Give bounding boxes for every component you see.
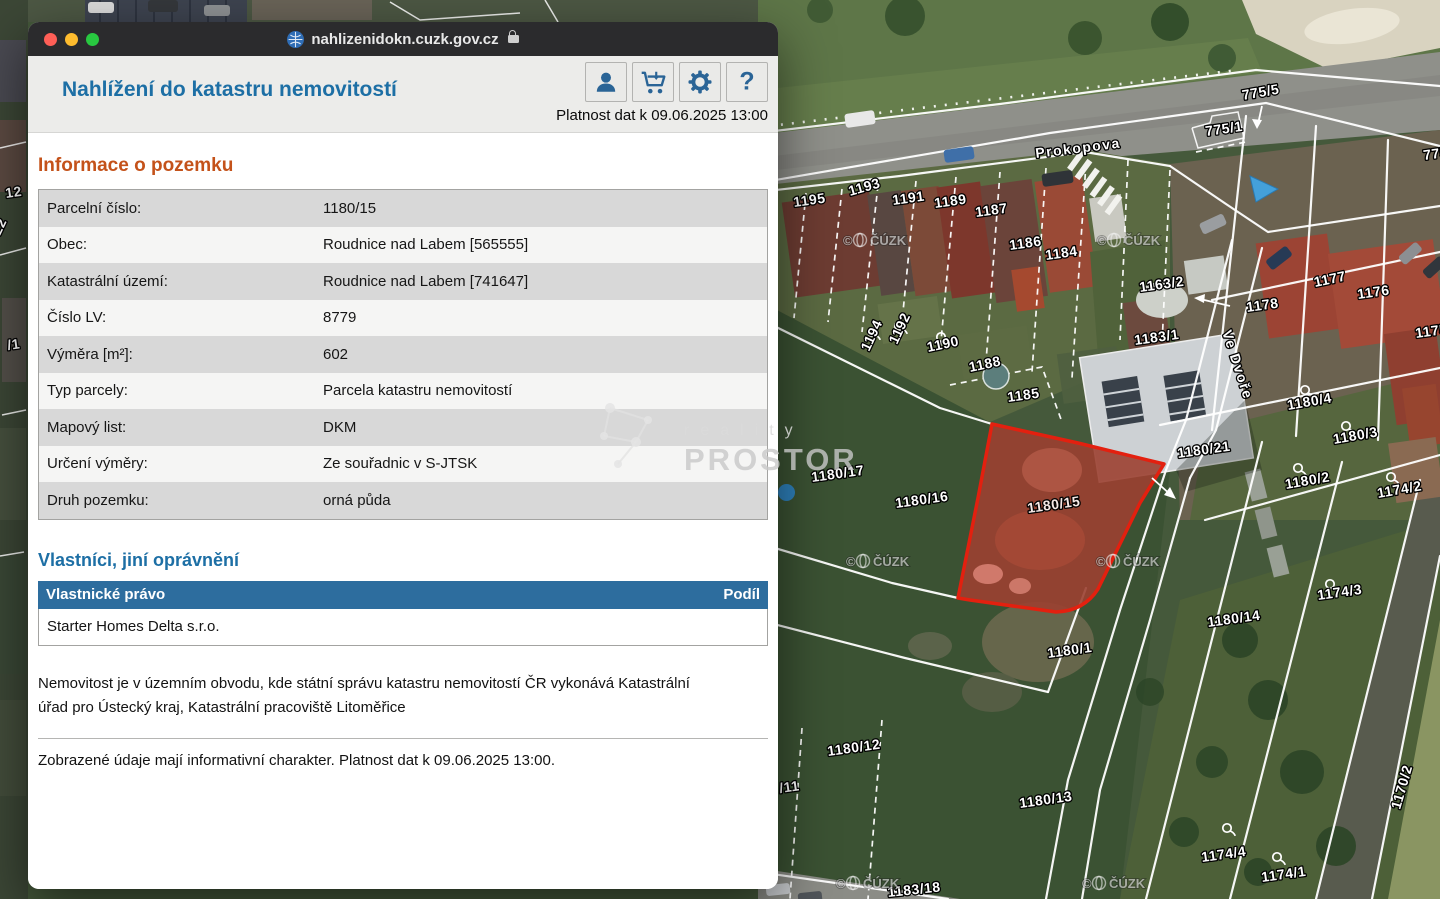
- cuzk-watermark: © ČÚZK: [846, 554, 910, 569]
- url-text: nahlizenidokn.cuzk.gov.cz: [311, 31, 498, 48]
- address-bar: nahlizenidokn.cuzk.gov.cz: [28, 31, 778, 48]
- row-label: Katastrální území:: [39, 273, 323, 290]
- parcel-info-row: Druh pozemku:orná půda: [39, 482, 767, 519]
- screenshot-root: 775/5775/1775/3Prokopova1195119311911189…: [0, 0, 1440, 899]
- cuzk-watermark: © ČÚZK: [836, 876, 900, 891]
- row-label: Druh pozemku:: [39, 492, 323, 509]
- watermark-blue-dot: [778, 484, 795, 501]
- row-value: Parcela katastru nemovitostí: [323, 382, 767, 399]
- gear-icon: [687, 69, 713, 95]
- cuzk-watermark: © ČÚZK: [1096, 554, 1160, 569]
- row-value: Ze souřadnic v S-JTSK: [323, 455, 767, 472]
- svg-text:ČÚZK: ČÚZK: [870, 233, 907, 248]
- owners-table-header: Vlastnické právo Podíl: [38, 581, 768, 609]
- row-label: Určení výměry:: [39, 455, 323, 472]
- row-label: Parcelní číslo:: [39, 200, 323, 217]
- divider: [38, 738, 768, 739]
- map-label-1175: 1175: [1414, 321, 1440, 341]
- parcel-info-row: Katastrální území:Roudnice nad Labem [74…: [39, 263, 767, 300]
- owner-row: Starter Homes Delta s.r.o.: [38, 609, 768, 646]
- toolbar: ?: [585, 62, 768, 102]
- cart-icon: [639, 69, 667, 95]
- row-value: Roudnice nad Labem [741647]: [323, 273, 767, 290]
- parcel-info-row: Určení výměry:Ze souřadnic v S-JTSK: [39, 446, 767, 483]
- svg-text:©: ©: [846, 554, 856, 569]
- section-heading-parcel-info: Informace o pozemku: [38, 133, 768, 177]
- row-value: 1180/15: [323, 200, 767, 217]
- disclaimer-note: Zobrazené údaje mají informativní charak…: [38, 749, 702, 773]
- user-icon: [593, 69, 619, 95]
- lock-icon: [508, 35, 519, 43]
- owners-col-right: Vlastnické právo: [46, 586, 165, 603]
- row-value: 8779: [323, 309, 767, 326]
- row-value: DKM: [323, 419, 767, 436]
- cart-button[interactable]: [632, 62, 674, 102]
- cuzk-watermark: © ČÚZK: [843, 233, 907, 248]
- owners-table: Vlastnické právo Podíl Starter Homes Del…: [38, 581, 768, 646]
- svg-text:ČÚZK: ČÚZK: [873, 554, 910, 569]
- row-label: Obec:: [39, 236, 323, 253]
- row-label: Mapový list:: [39, 419, 323, 436]
- cuzk-watermark: © ČÚZK: [1097, 233, 1161, 248]
- user-button[interactable]: [585, 62, 627, 102]
- owners-col-share: Podíl: [723, 586, 760, 603]
- svg-text:?: ?: [739, 69, 754, 95]
- svg-text:©: ©: [843, 233, 853, 248]
- svg-text:ČÚZK: ČÚZK: [1109, 876, 1146, 891]
- jurisdiction-note: Nemovitost je v územním obvodu, kde stát…: [38, 672, 702, 720]
- page-content: Informace o pozemku Parcelní číslo:1180/…: [28, 133, 778, 889]
- svg-text:©: ©: [1082, 876, 1092, 891]
- help-button[interactable]: ?: [726, 62, 768, 102]
- page-header: Nahlížení do katastru nemovitostí: [28, 56, 778, 133]
- map-label--11: /11: [778, 777, 800, 796]
- site-favicon-icon: [287, 31, 304, 48]
- help-icon: ?: [734, 69, 760, 95]
- row-value: orná půda: [323, 492, 767, 509]
- cuzk-watermark: © ČÚZK: [1082, 876, 1146, 891]
- row-label: Číslo LV:: [39, 309, 323, 326]
- parcel-info-row: Výměra [m²]:602: [39, 336, 767, 373]
- page-title: Nahlížení do katastru nemovitostí: [62, 78, 397, 102]
- parcel-info-row: Číslo LV:8779: [39, 300, 767, 337]
- data-validity: Platnost dat k 09.06.2025 13:00: [556, 107, 768, 124]
- svg-text:ČÚZK: ČÚZK: [1123, 554, 1160, 569]
- parcel-info-table: Parcelní číslo:1180/15Obec:Roudnice nad …: [38, 189, 768, 520]
- svg-text:©: ©: [1096, 554, 1106, 569]
- map-label-12: 12: [4, 183, 23, 201]
- row-value: 602: [323, 346, 767, 363]
- svg-text:©: ©: [836, 876, 846, 891]
- owner-name: Starter Homes Delta s.r.o.: [47, 618, 220, 635]
- row-label: Typ parcely:: [39, 382, 323, 399]
- row-value: Roudnice nad Labem [565555]: [323, 236, 767, 253]
- svg-text:ČÚZK: ČÚZK: [1124, 233, 1161, 248]
- svg-text:ČÚZK: ČÚZK: [863, 876, 900, 891]
- section-heading-owners: Vlastníci, jiní oprávnění: [38, 550, 768, 571]
- parcel-info-row: Obec:Roudnice nad Labem [565555]: [39, 227, 767, 264]
- settings-button[interactable]: [679, 62, 721, 102]
- parcel-info-row: Parcelní číslo:1180/15: [39, 190, 767, 227]
- browser-window: nahlizenidokn.cuzk.gov.cz Nahlížení do k…: [28, 22, 778, 889]
- parcel-info-row: Mapový list:DKM: [39, 409, 767, 446]
- parcel-info-row: Typ parcely:Parcela katastru nemovitostí: [39, 373, 767, 410]
- map-label--1: /1: [6, 335, 21, 353]
- row-label: Výměra [m²]:: [39, 346, 323, 363]
- svg-text:©: ©: [1097, 233, 1107, 248]
- window-titlebar[interactable]: nahlizenidokn.cuzk.gov.cz: [28, 22, 778, 56]
